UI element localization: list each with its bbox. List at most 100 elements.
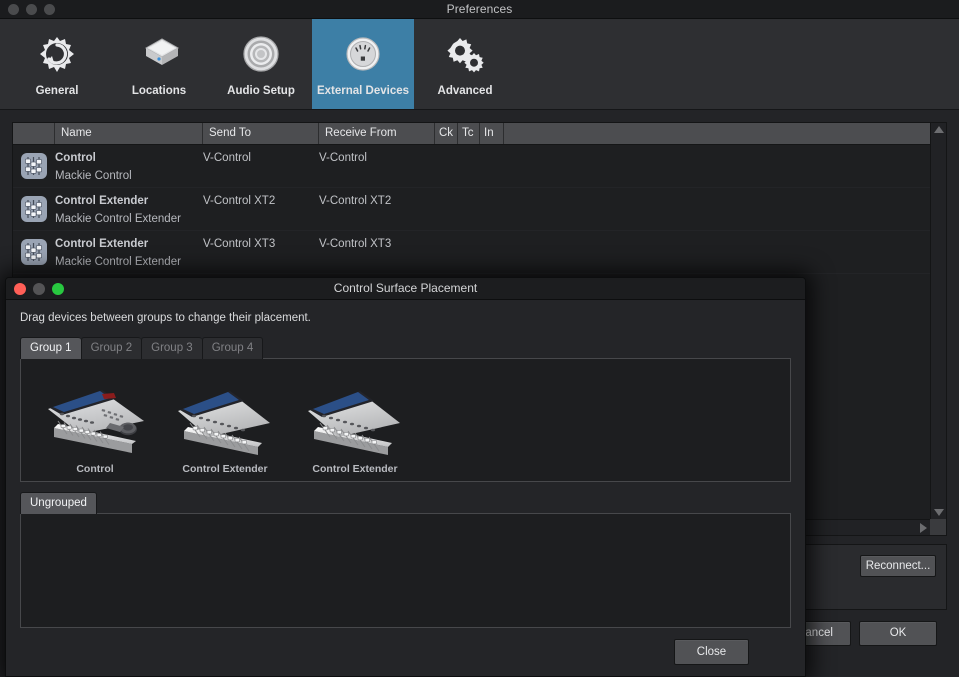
mackie-control-extender	[308, 391, 400, 455]
device-tile-label: Control	[76, 463, 114, 475]
device-tile-label: Control Extender	[312, 463, 398, 475]
row-tc-cell[interactable]	[458, 145, 480, 187]
midi-port-icon	[346, 36, 380, 71]
mixer-fader-icon	[21, 196, 47, 222]
mixer-fader-icon	[21, 153, 47, 179]
row-device-name: Control Extender	[55, 238, 149, 250]
ok-button[interactable]: OK	[859, 620, 937, 646]
row-tc-cell[interactable]	[458, 188, 480, 230]
tab-group-2[interactable]: Group 2	[80, 337, 142, 359]
row-spacer-cell	[504, 188, 930, 230]
toolbar-tab-external-devices[interactable]: External Devices	[312, 19, 414, 109]
window-titlebar: Preferences	[0, 0, 959, 19]
gears-icon	[447, 37, 484, 72]
toolbar-tab-general[interactable]: General	[6, 19, 108, 109]
device-tile-control-extender-1[interactable]: Control Extender	[169, 381, 281, 475]
row-send-to-cell[interactable]: V-Control	[203, 145, 319, 187]
column-header-tc[interactable]: Tc	[458, 123, 480, 144]
toolbar-tab-locations[interactable]: Locations	[108, 19, 210, 109]
row-receive-from-cell[interactable]: V-Control	[319, 145, 435, 187]
hard-drive-icon	[144, 37, 180, 65]
ungrouped-dropzone[interactable]	[20, 513, 791, 628]
row-device-icon-cell	[13, 145, 55, 187]
mixer-fader-icon	[21, 239, 47, 265]
scroll-up-arrow-icon[interactable]	[933, 126, 944, 133]
row-in-cell[interactable]	[480, 231, 504, 273]
group-tabstrip: Group 1 Group 2 Group 3 Group 4	[20, 337, 791, 359]
row-receive-from-value: V-Control	[319, 152, 367, 164]
group-1-dropzone[interactable]: Control Control Extender Control Extende…	[20, 358, 791, 482]
column-header-spacer	[504, 123, 930, 144]
dialog-titlebar: Control Surface Placement	[6, 278, 805, 300]
mackie-control-surface	[48, 390, 144, 453]
column-header-send-to[interactable]: Send To	[203, 123, 319, 144]
gear-refresh-icon	[40, 36, 74, 72]
column-header-icon[interactable]	[13, 123, 55, 144]
toolbar-tab-advanced[interactable]: Advanced	[414, 19, 516, 109]
close-dialog-button[interactable]: Close	[674, 639, 749, 665]
dialog-instruction: Drag devices between groups to change th…	[20, 312, 311, 324]
device-table-header: Name Send To Receive From Ck Tc In	[13, 123, 930, 145]
row-device-name: Control	[55, 152, 96, 164]
toolbar-tab-audio-setup-label: Audio Setup	[227, 84, 295, 97]
device-tile-label: Control Extender	[182, 463, 268, 475]
row-send-to-value: V-Control	[203, 152, 251, 164]
row-device-model: Mackie Control	[55, 170, 132, 182]
table-row[interactable]: Control Mackie Control V-Control V-Contr…	[13, 145, 930, 188]
tab-group-3[interactable]: Group 3	[141, 337, 202, 359]
toolbar-tab-audio-setup[interactable]: Audio Setup	[210, 19, 312, 109]
table-row[interactable]: Control Extender Mackie Control Extender…	[13, 188, 930, 231]
row-spacer-cell	[504, 231, 930, 273]
tab-group-1[interactable]: Group 1	[20, 337, 81, 359]
row-in-cell[interactable]	[480, 188, 504, 230]
scrollbar-corner	[930, 519, 946, 535]
speaker-icon	[243, 35, 279, 72]
toolbar-tab-general-label: General	[35, 84, 79, 97]
row-device-name: Control Extender	[55, 195, 149, 207]
dialog-body: Drag devices between groups to change th…	[6, 300, 805, 676]
dialog-footer: Close	[20, 628, 791, 676]
column-header-in[interactable]: In	[480, 123, 504, 144]
device-tile-control-extender-2[interactable]: Control Extender	[299, 381, 411, 475]
column-header-receive-from[interactable]: Receive From	[319, 123, 435, 144]
tab-group-4[interactable]: Group 4	[201, 337, 264, 359]
row-device-icon-cell	[13, 231, 55, 273]
row-name-cell: Control Mackie Control	[55, 145, 203, 187]
row-name-cell: Control Extender Mackie Control Extender	[55, 188, 203, 230]
column-header-name[interactable]: Name	[55, 123, 203, 144]
row-ck-cell[interactable]	[435, 145, 458, 187]
row-receive-from-cell[interactable]: V-Control XT3	[319, 231, 435, 273]
scroll-right-arrow-icon[interactable]	[920, 522, 927, 533]
window-title: Preferences	[446, 2, 513, 16]
toolbar-tab-external-devices-label: External Devices	[316, 84, 410, 97]
row-device-model: Mackie Control Extender	[55, 213, 181, 225]
dialog-title: Control Surface Placement	[333, 281, 478, 295]
mackie-control-extender	[178, 391, 270, 455]
table-row[interactable]: Control Extender Mackie Control Extender…	[13, 231, 930, 274]
row-name-cell: Control Extender Mackie Control Extender	[55, 231, 203, 273]
row-in-cell[interactable]	[480, 145, 504, 187]
row-send-to-value: V-Control XT2	[203, 195, 276, 207]
row-tc-cell[interactable]	[458, 231, 480, 273]
scroll-down-arrow-icon[interactable]	[933, 509, 944, 516]
control-surface-placement-dialog: Control Surface Placement Drag devices b…	[5, 277, 806, 677]
device-tile-control[interactable]: Control	[39, 381, 151, 475]
ungrouped-tabstrip: Ungrouped	[20, 492, 791, 514]
row-send-to-value: V-Control XT3	[203, 238, 276, 250]
row-ck-cell[interactable]	[435, 188, 458, 230]
tab-ungrouped[interactable]: Ungrouped	[20, 492, 97, 514]
preferences-toolbar: General Locations Audio Setup External D…	[0, 19, 959, 110]
toolbar-tab-locations-label: Locations	[131, 84, 187, 97]
row-device-icon-cell	[13, 188, 55, 230]
row-receive-from-value: V-Control XT3	[319, 238, 392, 250]
row-receive-from-cell[interactable]: V-Control XT2	[319, 188, 435, 230]
reconnect-button[interactable]: Reconnect...	[860, 555, 936, 577]
table-vertical-scrollbar[interactable]	[930, 123, 946, 519]
row-spacer-cell	[504, 145, 930, 187]
row-device-model: Mackie Control Extender	[55, 256, 181, 268]
row-send-to-cell[interactable]: V-Control XT2	[203, 188, 319, 230]
row-ck-cell[interactable]	[435, 231, 458, 273]
row-send-to-cell[interactable]: V-Control XT3	[203, 231, 319, 273]
column-header-ck[interactable]: Ck	[435, 123, 458, 144]
toolbar-tab-advanced-label: Advanced	[437, 84, 493, 97]
